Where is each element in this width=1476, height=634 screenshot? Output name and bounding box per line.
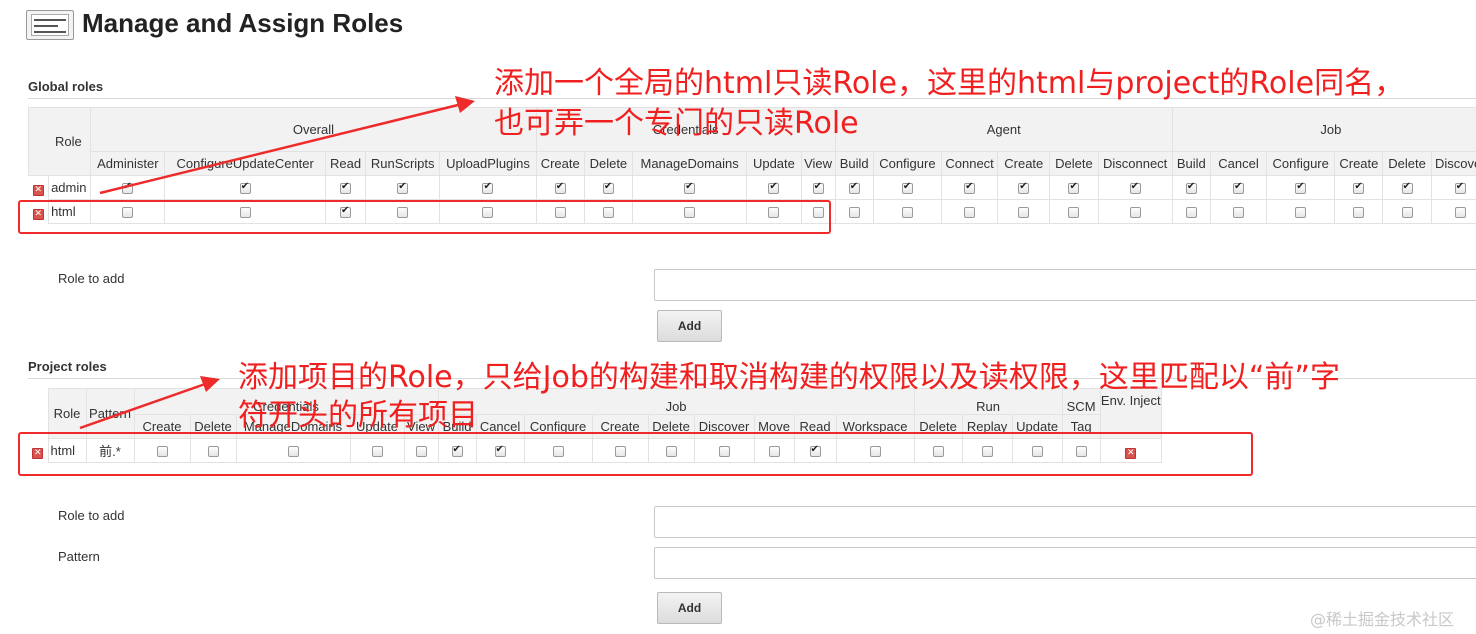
project-annotation-line2: 符开头的所有项目 [238,398,478,433]
watermark: @稀土掘金技术社区 [1310,610,1455,629]
global-annotation-line2: 也可弄一个专门的只读Role [494,106,859,141]
project-annotation-line1: 添加项目的Role，只给Job的构建和取消构建的权限以及读权限，这里匹配以“前”… [238,360,1340,395]
global-annotation-arrow [99,96,475,195]
global-annotation-line1: 添加一个全局的html只读Role，这里的html与project的Role同名… [494,66,1405,101]
project-html-row-highlight [18,432,1253,476]
global-html-row-highlight [18,200,831,234]
project-annotation-arrow [79,376,220,430]
